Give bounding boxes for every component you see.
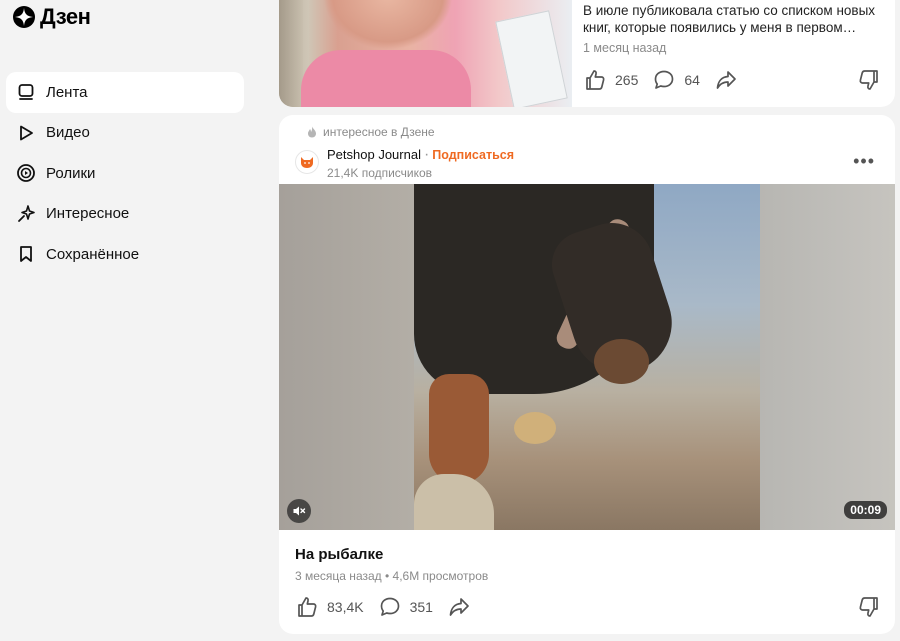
share-button[interactable] <box>447 595 471 619</box>
video-dog-snout <box>594 339 649 384</box>
dislike-button[interactable] <box>857 68 881 97</box>
sidebar-nav: Лента Видео Ролики Интересное Сохранённо… <box>6 72 244 275</box>
sidebar-item-label: Видео <box>46 124 90 142</box>
video-stone <box>514 412 556 444</box>
subscribe-button[interactable]: Подписаться <box>432 148 514 162</box>
article-actions: 265 64 <box>583 68 752 92</box>
publisher-avatar[interactable] <box>295 150 319 174</box>
sidebar-item-interesting[interactable]: Интересное <box>6 194 244 235</box>
fox-logo-icon <box>301 157 313 168</box>
video-duration: 00:09 <box>844 501 887 519</box>
publisher-name[interactable]: Petshop Journal <box>327 147 421 162</box>
thumbnail-shirt <box>301 50 471 107</box>
comment-icon <box>655 70 674 89</box>
thumbs-up-icon <box>298 597 317 617</box>
sparkle-icon <box>16 204 36 224</box>
feed-icon <box>16 82 36 102</box>
video-dog-leg <box>429 374 489 484</box>
zen-logo[interactable]: Дзен <box>12 4 91 30</box>
like-button[interactable]: 265 <box>583 68 638 92</box>
video-actions: 83,4K 351 <box>295 595 485 619</box>
sidebar-item-saved[interactable]: Сохранённое <box>6 234 244 275</box>
thumbs-down-icon <box>859 70 878 90</box>
play-icon <box>16 123 36 143</box>
feed-card-video[interactable]: интересное в Дзене Petshop Journal · Подпи… <box>279 115 895 634</box>
article-snippet[interactable]: В июле публиковала статью со списком нов… <box>583 2 883 36</box>
separator-dot: · <box>423 146 430 163</box>
video-rock <box>414 474 494 530</box>
mute-button[interactable] <box>287 499 311 523</box>
like-button[interactable]: 83,4K <box>295 595 364 619</box>
dislike-button[interactable] <box>857 595 881 624</box>
comment-button[interactable]: 351 <box>378 595 433 619</box>
article-thumbnail[interactable] <box>279 0 572 107</box>
sidebar-item-feed[interactable]: Лента <box>6 72 244 113</box>
like-count: 265 <box>615 72 639 88</box>
thumbnail-newspaper <box>495 10 568 107</box>
sidebar-item-video[interactable]: Видео <box>6 113 244 154</box>
sidebar-item-label: Лента <box>46 83 88 101</box>
flame-icon <box>308 126 316 138</box>
comment-count: 351 <box>409 599 433 615</box>
sidebar-item-label: Ролики <box>46 164 96 182</box>
shorts-icon <box>16 163 36 183</box>
thumbs-up-icon <box>586 70 605 90</box>
publisher-row: Petshop Journal · Подписаться 21,4K подпис… <box>295 146 514 180</box>
video-meta: 3 месяца назад • 4,6M просмотров <box>295 569 489 583</box>
comment-icon <box>380 597 399 616</box>
zen-logo-icon <box>13 6 35 28</box>
subscriber-count: 21,4K подписчиков <box>327 166 433 180</box>
mute-icon <box>293 506 306 516</box>
video-player[interactable]: 00:09 <box>279 184 895 530</box>
feed-card-article[interactable]: В июле публиковала статью со списком нов… <box>279 0 895 107</box>
sidebar-item-label: Сохранённое <box>46 245 140 263</box>
video-title[interactable]: На рыбалке <box>295 546 383 563</box>
sidebar-item-shorts[interactable]: Ролики <box>6 153 244 194</box>
share-icon <box>449 598 469 616</box>
share-icon <box>716 71 736 89</box>
comment-count: 64 <box>684 72 700 88</box>
sidebar-item-label: Интересное <box>46 205 130 223</box>
like-count: 83,4K <box>327 599 364 615</box>
thumbnail-face <box>323 0 453 50</box>
thumbnail-tree <box>279 0 303 107</box>
video-frame <box>414 184 760 530</box>
bookmark-icon <box>16 244 36 264</box>
thumbs-down-icon <box>859 597 878 617</box>
comment-button[interactable]: 64 <box>652 68 700 92</box>
share-button[interactable] <box>714 68 738 92</box>
source-label: интересное в Дзене <box>323 125 435 139</box>
more-options-icon[interactable]: ••• <box>853 151 875 172</box>
article-date: 1 месяц назад <box>583 41 667 55</box>
logo-text: Дзен <box>40 4 91 29</box>
source-line: интересное в Дзене <box>307 125 435 139</box>
